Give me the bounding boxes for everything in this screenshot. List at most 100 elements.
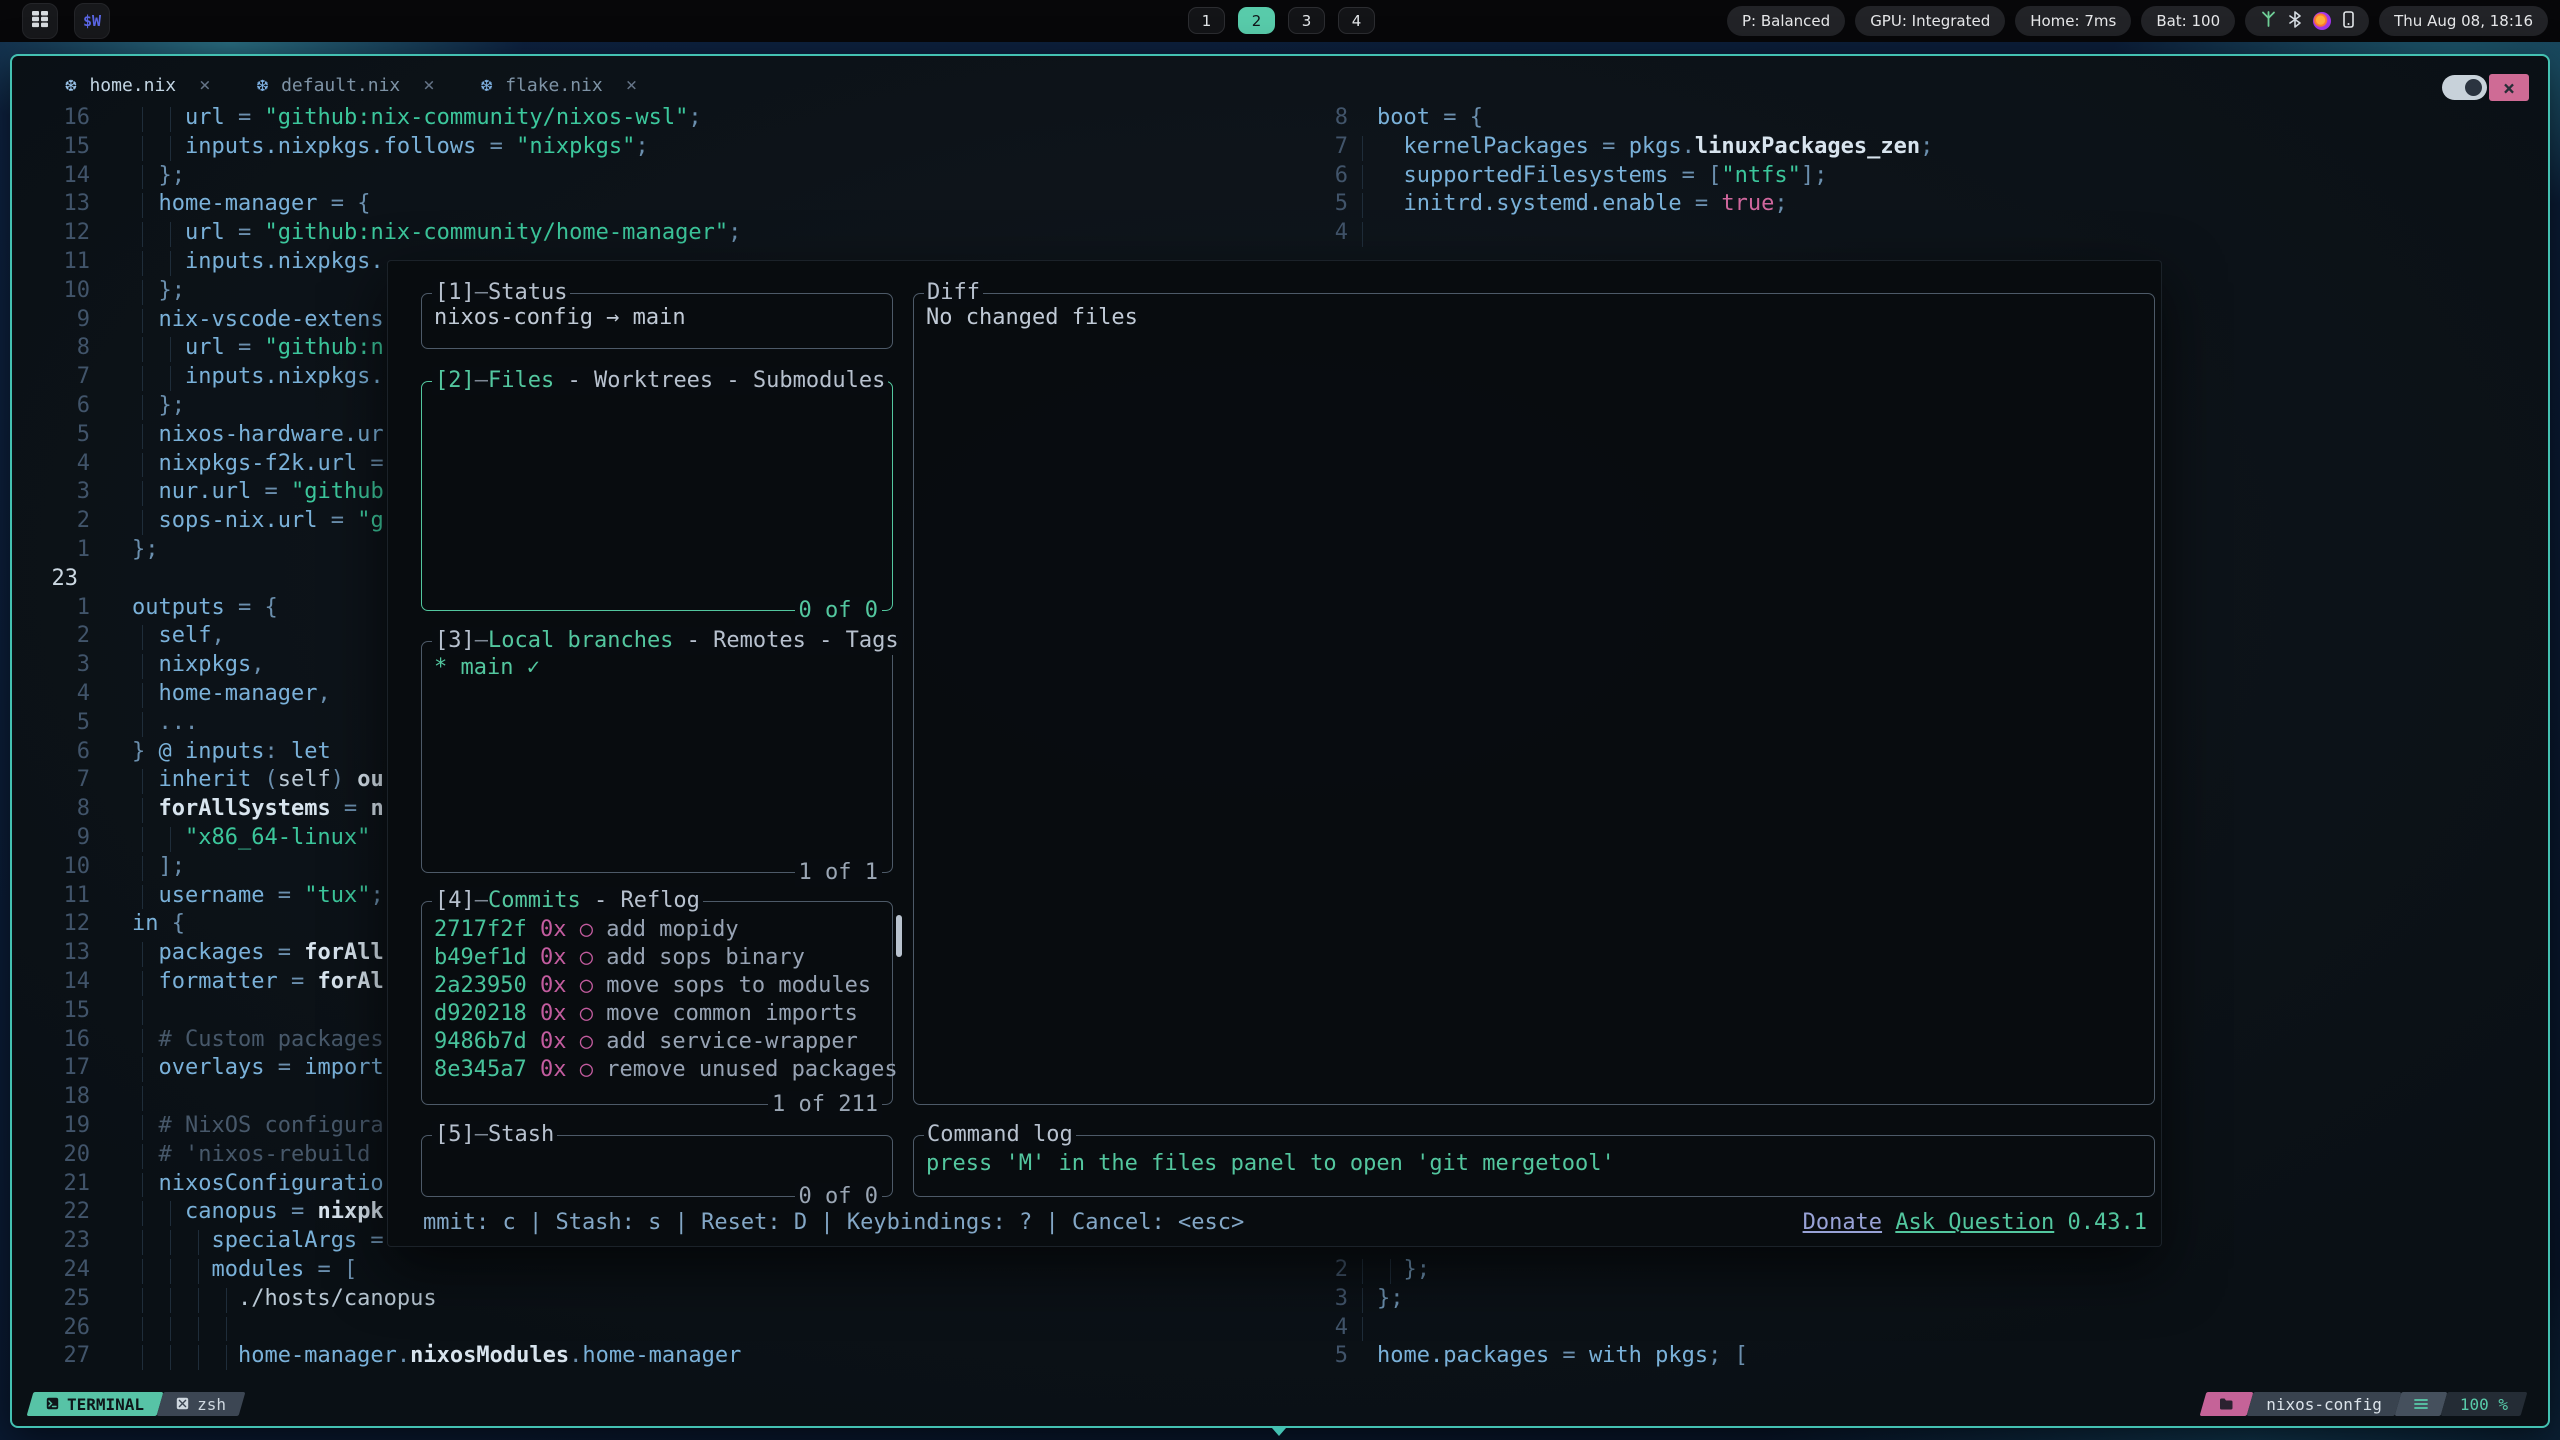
lazygit-files-panel[interactable]: [2]—Files - Worktrees - Submodules 0 of … (421, 381, 893, 611)
workspace-button-1[interactable]: 1 (1188, 7, 1225, 34)
lazygit-version: 0.43.1 (2068, 1210, 2147, 1235)
code-line: 8boot = { (12, 105, 2548, 134)
command-log-content: press 'M' in the files panel to open 'gi… (926, 1150, 2146, 1178)
mode-segment[interactable]: TERMINAL (30, 1392, 160, 1416)
tab-bar: ❆home.nix×❆default.nix×❆flake.nix× (65, 70, 683, 100)
workspace-button-4[interactable]: 4 (1338, 7, 1375, 34)
line-number: 11 (22, 883, 90, 908)
commit-row[interactable]: 2a23950 0x ○ move sops to modules (434, 972, 884, 1000)
nix-snowflake-icon: ❆ (65, 74, 76, 96)
media-icon (2313, 12, 2331, 30)
line-number: 8 (22, 335, 90, 360)
list-icon (2414, 1395, 2428, 1414)
line-number: 8 (22, 796, 90, 821)
status-bar: TERMINAL zsh nixos-config (30, 1392, 2524, 1416)
line-number: 6 (22, 739, 90, 764)
window-pin-toggle[interactable] (2442, 75, 2487, 100)
diff-panel-title: Diff (924, 279, 983, 307)
line-number: 10 (22, 854, 90, 879)
line-number: 21 (22, 1171, 90, 1196)
lazygit-diff-panel[interactable]: Diff No changed files (913, 293, 2155, 1105)
lazygit-status-panel[interactable]: [1]—Status nixos-config → main (421, 293, 893, 349)
tab-flake.nix[interactable]: ❆flake.nix× (481, 70, 637, 100)
lazygit-stash-panel[interactable]: [5]—Stash 0 of 0 (421, 1135, 893, 1197)
tab-label: default.nix (281, 75, 400, 96)
tab-label: home.nix (89, 75, 176, 96)
phone-icon (2343, 11, 2354, 32)
progress-value: 100 % (2460, 1395, 2508, 1414)
folder-icon (2219, 1395, 2234, 1414)
repo-segment[interactable]: nixos-config (2250, 1392, 2398, 1416)
files-count: 0 of 0 (795, 597, 882, 625)
commit-row[interactable]: b49ef1d 0x ○ add sops binary (434, 944, 884, 972)
commit-row[interactable]: d920218 0x ○ move common imports (434, 1000, 884, 1028)
icon-tray[interactable] (2245, 6, 2369, 36)
tab-default.nix[interactable]: ❆ default.nix × (257, 70, 435, 100)
bluetooth-icon (2289, 11, 2301, 32)
line-number: 12 (22, 911, 90, 936)
network-icon (2260, 11, 2277, 31)
line-number: 3 (22, 652, 90, 677)
shell-icon (176, 1395, 189, 1414)
status-pill[interactable]: Home: 7ms (2015, 6, 2131, 36)
stash-panel-title: [5]—Stash (432, 1121, 557, 1149)
shell-segment[interactable]: zsh (160, 1392, 242, 1416)
clock[interactable]: Thu Aug 08, 18:16 (2379, 6, 2548, 36)
commit-row[interactable]: 8e345a7 0x ○ remove unused packages (434, 1056, 884, 1084)
donate-link[interactable]: Donate (1803, 1210, 1882, 1235)
line-number: 5 (1302, 191, 1348, 216)
line-number: 6 (1302, 163, 1348, 188)
desktop: $W 1234 P: BalancedGPU: IntegratedHome: … (0, 0, 2560, 1440)
line-number: 20 (22, 1142, 90, 1167)
window-close-button[interactable]: × (2489, 74, 2529, 101)
workspace-button-3[interactable]: 3 (1288, 7, 1325, 34)
line-number: 4 (22, 681, 90, 706)
command-log-title: Command log (924, 1121, 1076, 1149)
list-icon-segment[interactable] (2398, 1392, 2444, 1416)
status-pill[interactable]: P: Balanced (1727, 6, 1845, 36)
shell-label: zsh (197, 1395, 226, 1414)
status-pill[interactable]: Bat: 100 (2141, 6, 2235, 36)
line-number: 14 (22, 969, 90, 994)
code-line: 3}; (12, 1286, 2548, 1315)
code-line: 5 initrd.systemd.enable = true; (12, 191, 2548, 220)
line-number: 10 (22, 278, 90, 303)
lazygit-footer-links: Donate Ask Question 0.43.1 (1803, 1209, 2147, 1237)
tab-home.nix[interactable]: ❆ home.nix × (65, 70, 211, 100)
status-pill[interactable]: GPU: Integrated (1855, 6, 2005, 36)
workspace-switcher: 1234 (1188, 7, 1375, 34)
line-number: 4 (22, 451, 90, 476)
line-number: 13 (22, 940, 90, 965)
tab-close-icon[interactable]: × (199, 74, 210, 96)
workspace-button-2[interactable]: 2 (1238, 7, 1275, 34)
branches-count: 1 of 1 (795, 859, 882, 887)
ask-question-link[interactable]: Ask Question (1895, 1210, 2054, 1235)
line-number: 7 (22, 767, 90, 792)
repo-icon-segment (2203, 1392, 2250, 1416)
keybindings-hint: mmit: c | Stash: s | Reset: D | Keybindi… (423, 1209, 1244, 1237)
commits-scrollbar[interactable] (896, 915, 902, 957)
workspace-logo-button[interactable]: $W (74, 3, 110, 39)
commit-row[interactable]: 2717f2f 0x ○ add mopidy (434, 916, 884, 944)
line-number: 9 (22, 307, 90, 332)
clock-text: Thu Aug 08, 18:16 (2394, 12, 2533, 30)
line-number: 3 (22, 479, 90, 504)
line-number: 4 (1302, 220, 1348, 245)
repo-name: nixos-config (2266, 1395, 2382, 1414)
lazygit-branches-panel[interactable]: [3]—Local branches - Remotes - Tags * ma… (421, 641, 893, 873)
tab-close-icon[interactable]: × (626, 74, 637, 96)
line-number: 15 (22, 998, 90, 1023)
app-launcher-button[interactable] (22, 3, 58, 39)
commit-row[interactable]: 9486b7d 0x ○ add service-wrapper (434, 1028, 884, 1056)
code-line: 7 kernelPackages = pkgs.linuxPackages_ze… (12, 134, 2548, 163)
branch-item[interactable]: * main ✓ (434, 654, 884, 682)
line-number: 5 (1302, 1343, 1348, 1368)
nix-snowflake-icon: ❆ (257, 74, 268, 96)
line-number: 19 (22, 1113, 90, 1138)
tab-close-icon[interactable]: × (423, 74, 434, 96)
code-line: 5home.packages = with pkgs; [ (12, 1343, 2548, 1372)
lazygit-command-log-panel[interactable]: Command log press 'M' in the files panel… (913, 1135, 2155, 1197)
line-number: 1 (22, 537, 90, 562)
workspace-logo: $W (83, 12, 101, 30)
lazygit-commits-panel[interactable]: [4]—Commits - Reflog 2717f2f 0x ○ add mo… (421, 901, 893, 1105)
